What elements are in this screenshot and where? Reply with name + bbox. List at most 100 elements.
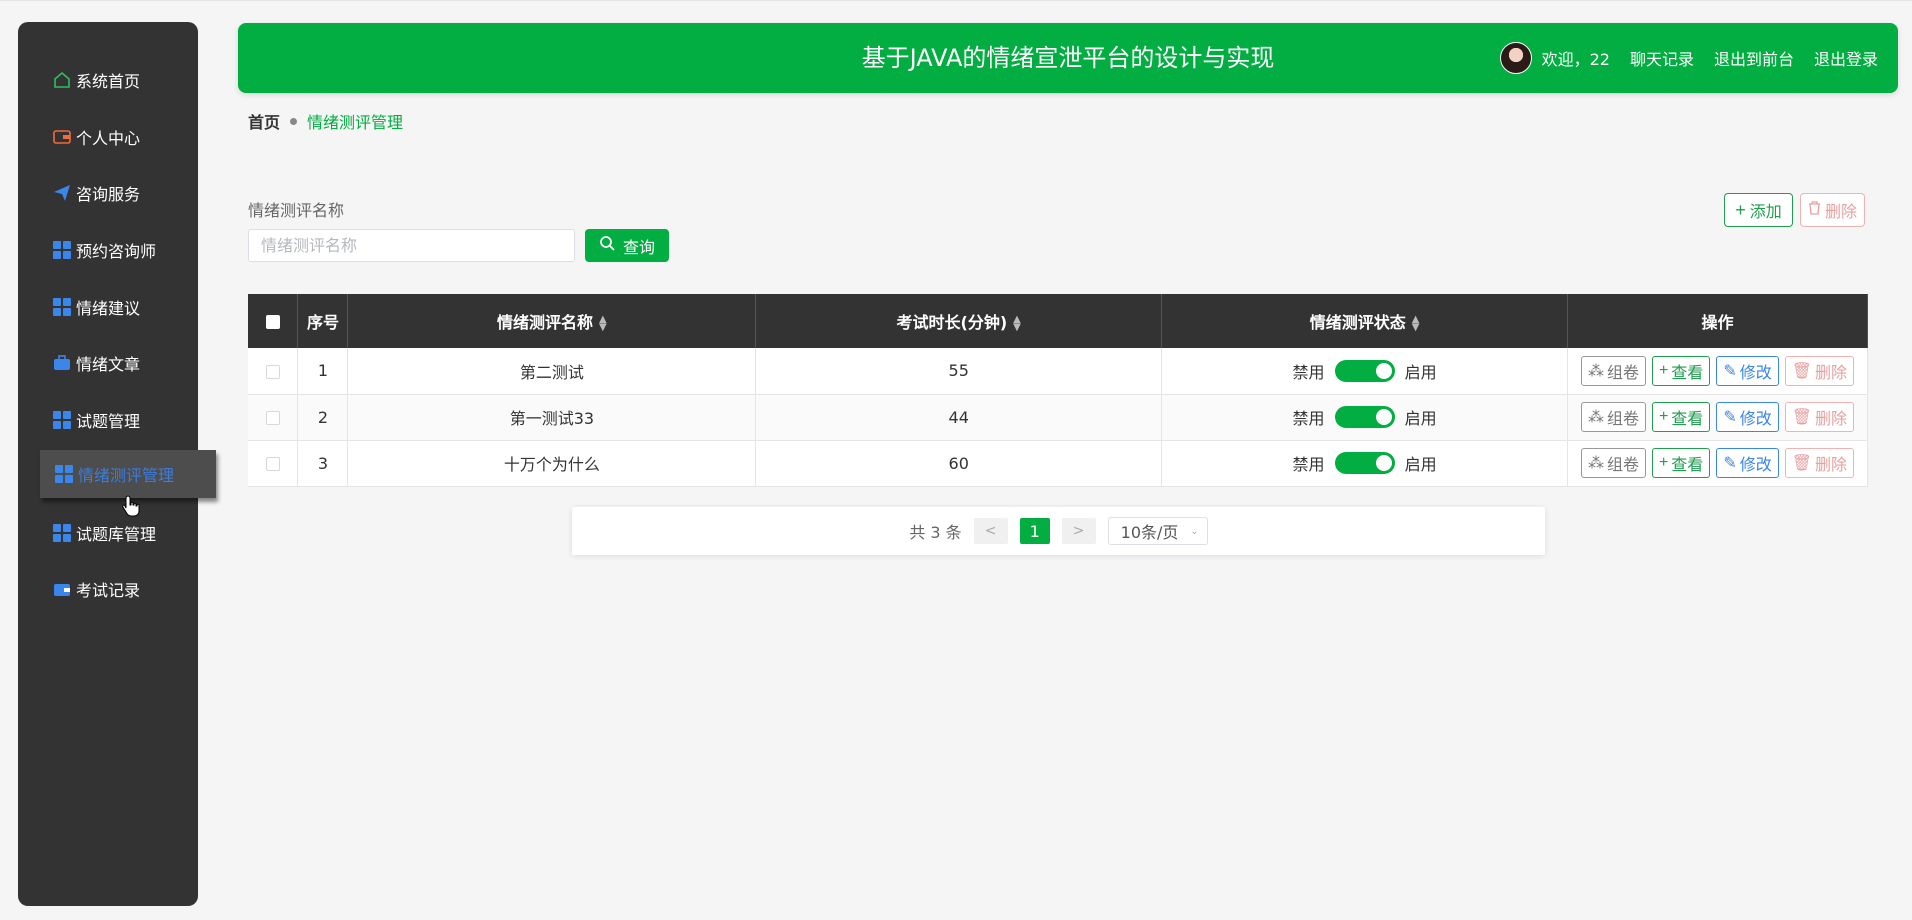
edit-label: 修改 (1739, 411, 1772, 428)
status-switch[interactable] (1334, 406, 1395, 428)
compose-paper-label: 组卷 (1606, 457, 1639, 474)
pencil-icon: ✎ (1723, 409, 1737, 426)
sidebar-item-profile[interactable]: 个人中心 (18, 113, 198, 161)
sidebar-item-appointment[interactable]: 预约咨询师 (18, 226, 198, 274)
page-size-select[interactable]: 10条/页 ⌄ (1107, 517, 1208, 545)
sidebar-item-consult[interactable]: 咨询服务 (18, 169, 198, 217)
sort-icon[interactable]: ▲ ▼ (1412, 314, 1420, 332)
paper-plane-icon (52, 183, 72, 203)
hand-cursor-icon (122, 495, 140, 517)
column-header-name-label: 情绪测评名称 (497, 313, 594, 332)
next-page-button[interactable]: > (1061, 518, 1096, 544)
add-button[interactable]: + 添加 (1724, 193, 1793, 227)
compose-paper-button[interactable]: ⁂ 组卷 (1580, 355, 1646, 386)
exit-to-front-link[interactable]: 退出到前台 (1714, 46, 1794, 70)
sidebar-item-label: 情绪测评管理 (78, 466, 175, 485)
plus-icon: + (1658, 408, 1669, 425)
page-size-value: 10条/页 (1120, 523, 1179, 542)
status-switch[interactable] (1334, 359, 1395, 382)
breadcrumb-home[interactable]: 首页 (248, 109, 280, 133)
compose-paper-label: 组卷 (1606, 364, 1639, 382)
top-header: 基于JAVA的情绪宣泄平台的设计与实现 欢迎，22 聊天记录 退出到前台 退出登… (238, 23, 1898, 93)
select-all-header (248, 294, 299, 348)
plus-icon: + (1658, 454, 1669, 471)
row-checkbox[interactable] (265, 411, 280, 425)
edit-label: 修改 (1739, 457, 1772, 474)
compose-paper-button[interactable]: ⁂ 组卷 (1580, 448, 1646, 478)
pencil-icon: ✎ (1723, 362, 1737, 380)
sidebar-item-question-bank[interactable]: 试题库管理 (18, 509, 198, 557)
view-button[interactable]: + 查看 (1651, 402, 1711, 432)
logout-link[interactable]: 退出登录 (1814, 46, 1878, 70)
edit-button[interactable]: ✎ 修改 (1716, 355, 1779, 386)
column-header-status[interactable]: 情绪测评状态 ▲ ▼ (1161, 294, 1568, 348)
wallet-blue-icon (52, 579, 72, 599)
row-name: 十万个为什么 (347, 440, 757, 487)
sort-icon[interactable]: ▲ ▼ (599, 314, 607, 332)
column-header-duration[interactable]: 考试时长(分钟) ▲ ▼ (755, 294, 1163, 348)
edit-button[interactable]: ✎ 修改 (1716, 448, 1779, 478)
sidebar-item-assessment[interactable]: 情绪测评管理 (40, 450, 216, 498)
row-index: 2 (297, 394, 349, 441)
plus-icon: + (1735, 199, 1746, 220)
row-name: 第二测试 (347, 348, 757, 395)
switch-on-label: 启用 (1404, 455, 1437, 474)
delete-label: 删除 (1815, 457, 1848, 474)
page-number-1[interactable]: 1 (1019, 518, 1050, 544)
cluster-icon: ⁂ (1587, 362, 1604, 380)
delete-button[interactable]: 🗑 删除 (1784, 402, 1855, 432)
user-welcome: 欢迎，22 (1499, 42, 1610, 74)
switch-on-label: 启用 (1404, 409, 1437, 428)
column-header-index: 序号 (297, 294, 349, 348)
sidebar-item-questions[interactable]: 试题管理 (18, 396, 198, 444)
delete-button[interactable]: 🗑 删除 (1784, 355, 1855, 386)
view-label: 查看 (1671, 411, 1704, 428)
status-switch[interactable] (1334, 452, 1395, 474)
search-icon (599, 235, 615, 256)
view-button[interactable]: + 查看 (1651, 355, 1711, 386)
avatar[interactable] (1499, 42, 1532, 74)
sidebar-item-articles[interactable]: 情绪文章 (18, 339, 198, 387)
delete-label: 删除 (1815, 411, 1848, 428)
edit-button[interactable]: ✎ 修改 (1716, 402, 1779, 432)
sidebar-item-label: 系统首页 (76, 72, 141, 91)
grid-icon (52, 240, 72, 260)
search-button-label: 查询 (622, 239, 655, 257)
status-toggle-wrap: 禁用 启用 (1293, 359, 1437, 383)
cluster-icon: ⁂ (1587, 409, 1604, 426)
compose-paper-label: 组卷 (1606, 411, 1639, 428)
switch-off-label: 禁用 (1292, 409, 1325, 428)
table-row: 2 第一测试33 44 禁用 启用 ⁂ 组卷 + 查看 ✎ 修改 🗑 删除 (248, 394, 1868, 441)
column-header-name[interactable]: 情绪测评名称 ▲ ▼ (347, 294, 757, 348)
search-button[interactable]: 查询 (585, 229, 669, 262)
wallet-icon (52, 127, 72, 147)
compose-paper-button[interactable]: ⁂ 组卷 (1580, 402, 1646, 432)
sidebar-item-exam-records[interactable]: 考试记录 (18, 565, 198, 613)
chat-records-link[interactable]: 聊天记录 (1630, 46, 1694, 70)
select-all-checkbox[interactable] (265, 315, 280, 329)
row-duration: 60 (755, 440, 1163, 487)
home-icon (52, 70, 72, 90)
row-name: 第一测试33 (347, 394, 757, 441)
sort-icon[interactable]: ▲ ▼ (1013, 314, 1021, 332)
row-checkbox[interactable] (265, 457, 280, 471)
sidebar-item-label: 试题库管理 (76, 525, 157, 544)
row-actions: ⁂ 组卷 + 查看 ✎ 修改 🗑 删除 (1580, 402, 1855, 432)
pagination-total: 共 3 条 (909, 523, 962, 542)
view-label: 查看 (1671, 364, 1704, 382)
row-duration: 44 (755, 394, 1163, 441)
sidebar-item-label: 预约咨询师 (76, 242, 157, 261)
status-toggle-wrap: 禁用 启用 (1293, 405, 1437, 429)
batch-delete-button[interactable]: 删除 (1800, 193, 1865, 227)
sidebar-item-label: 情绪文章 (76, 355, 141, 374)
sidebar-item-home[interactable]: 系统首页 (18, 56, 198, 104)
delete-button[interactable]: 🗑 删除 (1784, 448, 1855, 478)
search-input[interactable] (248, 229, 575, 262)
switch-off-label: 禁用 (1292, 455, 1325, 474)
view-button[interactable]: + 查看 (1651, 448, 1711, 478)
row-actions: ⁂ 组卷 + 查看 ✎ 修改 🗑 删除 (1580, 448, 1855, 478)
prev-page-button[interactable]: < (973, 518, 1008, 544)
sidebar-item-advice[interactable]: 情绪建议 (18, 283, 198, 331)
pencil-icon: ✎ (1723, 455, 1737, 472)
row-checkbox[interactable] (265, 364, 280, 379)
